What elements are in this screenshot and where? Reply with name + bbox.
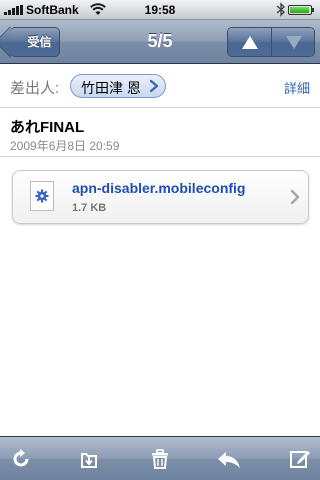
chevron-right-icon — [290, 189, 300, 205]
next-message-button[interactable] — [272, 28, 314, 56]
details-link[interactable]: 詳細 — [284, 78, 310, 97]
bottom-toolbar — [0, 436, 320, 480]
refresh-icon — [13, 449, 29, 467]
move-button[interactable] — [75, 445, 103, 473]
reply-button[interactable] — [215, 445, 243, 473]
up-arrow-icon — [241, 35, 258, 49]
back-button-label: 受信 — [27, 35, 52, 49]
sender-name: 竹田津 恩 — [81, 80, 141, 96]
battery-icon — [288, 5, 314, 15]
down-arrow-icon — [285, 35, 302, 49]
subject-block: あれFINAL 2009年6月8日 20:59 — [0, 108, 320, 157]
delete-button[interactable] — [146, 445, 174, 473]
bluetooth-icon — [276, 2, 286, 17]
trash-icon — [152, 449, 168, 469]
from-row: 差出人: 竹田津 恩 詳細 — [0, 64, 320, 108]
attachment-size: 1.7 KB — [72, 202, 107, 214]
sender-chip[interactable]: 竹田津 恩 — [70, 74, 166, 98]
chevron-right-icon — [149, 79, 159, 93]
message-nav-segment — [227, 27, 315, 57]
email-subject: あれFINAL — [10, 119, 85, 136]
refresh-button[interactable] — [7, 445, 35, 473]
compose-icon — [290, 451, 310, 468]
previous-message-button[interactable] — [228, 28, 272, 56]
nav-bar: 受信 5/5 — [0, 20, 320, 64]
back-button-inbox[interactable]: 受信 — [10, 27, 60, 57]
message-position: 5/5 — [147, 31, 173, 51]
compose-button[interactable] — [286, 445, 314, 473]
reply-icon — [218, 452, 240, 468]
attachment-item[interactable]: apn-disabler.mobileconfig 1.7 KB — [12, 170, 309, 224]
email-date: 2009年6月8日 20:59 — [10, 139, 120, 153]
move-to-folder-icon — [81, 453, 97, 468]
gear-icon — [35, 189, 49, 203]
attachment-filename: apn-disabler.mobileconfig — [72, 180, 246, 196]
status-bar: SoftBank 19:58 — [0, 0, 320, 20]
from-label: 差出人: — [10, 80, 60, 97]
status-time: 19:58 — [144, 3, 176, 17]
file-icon — [30, 181, 54, 211]
